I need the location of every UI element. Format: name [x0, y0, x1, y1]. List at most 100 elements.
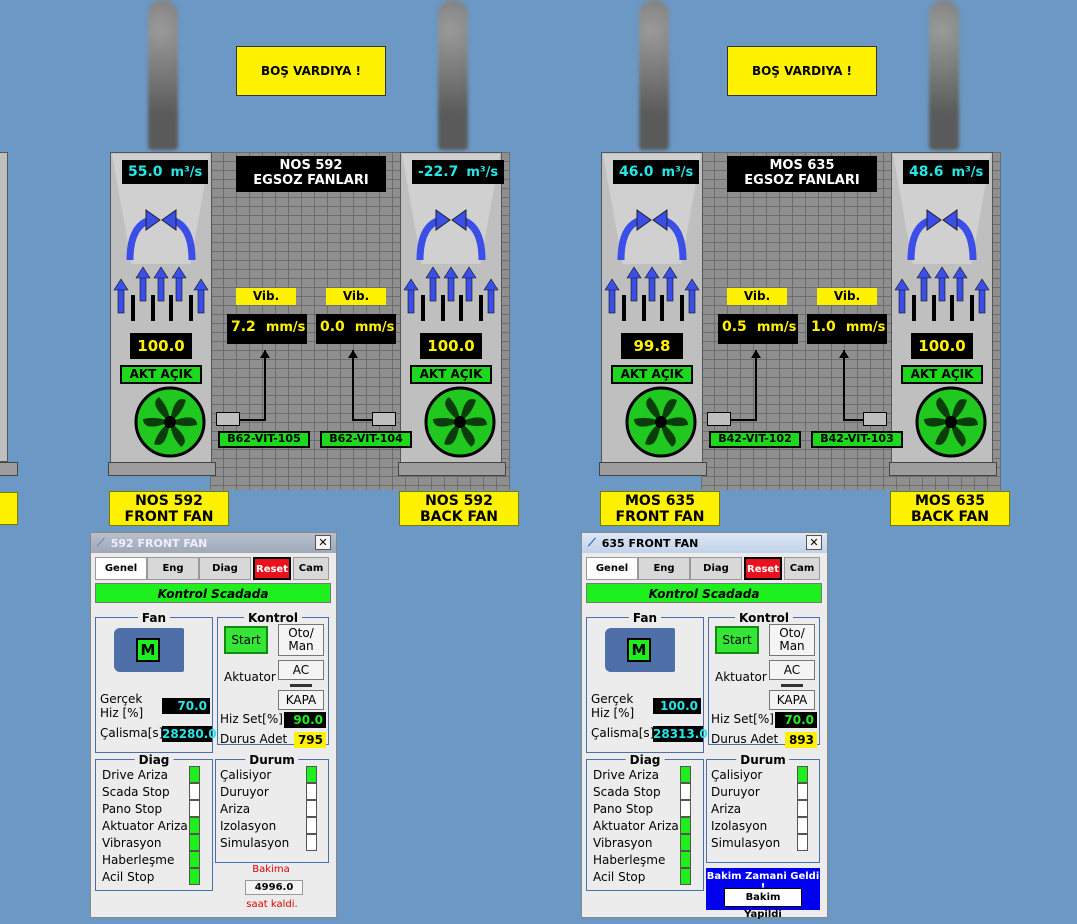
back-flow-display: 48.6 m³/s [903, 160, 990, 184]
ac-button[interactable]: AC [769, 660, 815, 680]
aktuator-label: Aktuator [715, 670, 767, 684]
front-flow-unit: m³/s [661, 165, 694, 180]
durum-item-label: Çalisiyor [711, 768, 763, 782]
station-1-shift-banner: BOŞ VARDIYA ! [727, 46, 877, 96]
fan-group-title: Fan [137, 611, 171, 625]
durum-group: Durum Çalisiyor Duruyor Ariza Izolasyon Simul… [215, 753, 329, 863]
actuator-indicator [781, 684, 803, 687]
close-icon[interactable]: ✕ [806, 535, 822, 550]
oto-man-button[interactable]: Oto/Man [278, 624, 324, 656]
back-smoke-stack [438, 0, 468, 150]
diag-indicator [680, 800, 691, 817]
back-vib-unit: mm/s [845, 320, 886, 335]
real-speed-label-2: Hiz [%] [100, 706, 144, 720]
diag-group: Diag Drive Ariza Scada Stop Pano Stop Aktuat… [586, 753, 704, 891]
durum-indicator [797, 766, 808, 783]
diag-item-label: Acil Stop [102, 870, 155, 884]
hiz-set-label: Hiz Set[%] [711, 712, 774, 726]
oto-man-line2: Man [779, 639, 805, 653]
diag-indicator [189, 766, 200, 783]
diag-indicator [189, 851, 200, 868]
front-vib-value: 7.2 [231, 319, 256, 335]
app-icon: ⟋ [97, 536, 105, 549]
back-flow-value: -22.7 [418, 164, 459, 180]
front-fan-name-line1: MOS 635 [624, 492, 695, 509]
front-fan-icon [625, 386, 697, 458]
diag-item-label: Scada Stop [593, 785, 661, 799]
fan-group-title: Fan [628, 611, 662, 625]
work-time-label: Çalisma[s] [591, 726, 655, 740]
ac-button[interactable]: AC [278, 660, 324, 680]
durum-indicator [797, 800, 808, 817]
durum-group: Durum Çalisiyor Duruyor Ariza Izolasyon Simul… [706, 753, 820, 863]
tab-cam[interactable]: Cam [293, 557, 329, 580]
diag-indicator [680, 851, 691, 868]
back-vib-sensor-tag: B62-VIT-104 [320, 431, 412, 448]
work-time-value: 28313.0 [653, 726, 708, 742]
front-actuator-percent: 100.0 [130, 333, 192, 359]
front-vib-value: 0.5 [722, 319, 747, 335]
actuator-indicator [290, 684, 312, 687]
durum-indicator [306, 783, 317, 800]
fan-group: Fan M Gerçek Hiz [%] 70.0 Çalisma[s] 28280.0 [95, 611, 217, 753]
diag-item-label: Vibrasyon [102, 836, 162, 850]
front-vib-sensor-icon [216, 412, 240, 426]
durum-indicator [797, 783, 808, 800]
kapa-button[interactable]: KAPA [278, 690, 324, 710]
back-fan-icon [424, 386, 496, 458]
tab-cam[interactable]: Cam [784, 557, 820, 580]
durum-item-label: Ariza [220, 802, 251, 816]
diag-indicator [680, 817, 691, 834]
tab-eng[interactable]: Eng [638, 557, 690, 580]
front-vib-sensor-icon [707, 412, 731, 426]
durum-item-label: Ariza [711, 802, 742, 816]
start-button[interactable]: Start [715, 626, 759, 654]
app-icon: ⟋ [588, 536, 596, 549]
panel-0-window[interactable]: ⟋ 592 FRONT FAN ✕ Genel Eng Diag Reset Cam Kontr… [90, 532, 337, 918]
diag-item-label: Vibrasyon [593, 836, 653, 850]
panel-0-titlebar[interactable]: ⟋ 592 FRONT FAN [91, 533, 336, 553]
front-actuator-status: AKT AÇIK [120, 365, 202, 384]
panel-1-titlebar[interactable]: ⟋ 635 FRONT FAN [582, 533, 827, 553]
tab-reset[interactable]: Reset [253, 557, 291, 580]
diag-indicator [680, 868, 691, 885]
durus-label: Durus Adet [220, 732, 288, 746]
start-button[interactable]: Start [224, 626, 268, 654]
partial-fan-housing [0, 152, 8, 462]
front-vib-label: Vib. [727, 288, 787, 305]
durus-label: Durus Adet [711, 732, 779, 746]
back-vib-value: 0.0 [320, 319, 345, 335]
durum-item-label: Izolasyon [220, 819, 277, 833]
hiz-set-value[interactable]: 90.0 [284, 712, 326, 728]
front-fan-name-line1: NOS 592 [135, 492, 203, 509]
work-time-value: 28280.0 [162, 726, 217, 742]
close-icon[interactable]: ✕ [315, 535, 331, 550]
front-fan-icon [134, 386, 206, 458]
kapa-button[interactable]: KAPA [769, 690, 815, 710]
tab-genel[interactable]: Genel [95, 557, 147, 580]
durum-item-label: Simulasyon [711, 836, 781, 850]
motor-m-label: M [627, 638, 651, 662]
motor-m-label: M [136, 638, 160, 662]
back-fan-base [398, 462, 506, 476]
durum-item-label: Izolasyon [711, 819, 768, 833]
tab-reset[interactable]: Reset [744, 557, 782, 580]
tab-eng[interactable]: Eng [147, 557, 199, 580]
front-fan-name-line2: FRONT FAN [615, 508, 705, 525]
maintenance-done-button[interactable]: Bakim Yapildi [724, 888, 802, 920]
tab-diag[interactable]: Diag [690, 557, 742, 580]
back-fan-icon [915, 386, 987, 458]
diag-indicator [680, 766, 691, 783]
panel-1-window[interactable]: ⟋ 635 FRONT FAN ✕ Genel Eng Diag Reset Cam Kontr… [581, 532, 828, 920]
maintenance-alert: Bakim Zamani Geldi !Bakim Yapildi [706, 868, 820, 920]
oto-man-button[interactable]: Oto/Man [769, 624, 815, 656]
durum-indicator [306, 766, 317, 783]
station-0-shift-banner: BOŞ VARDIYA ! [236, 46, 386, 96]
hiz-set-value[interactable]: 70.0 [775, 712, 817, 728]
tab-diag[interactable]: Diag [199, 557, 251, 580]
diag-item-label: Acil Stop [593, 870, 646, 884]
front-actuator-percent: 99.8 [621, 333, 683, 359]
tab-genel[interactable]: Genel [586, 557, 638, 580]
station-1-title-line1: MOS 635 [769, 158, 835, 173]
station-0-title-line1: NOS 592 [279, 158, 343, 173]
